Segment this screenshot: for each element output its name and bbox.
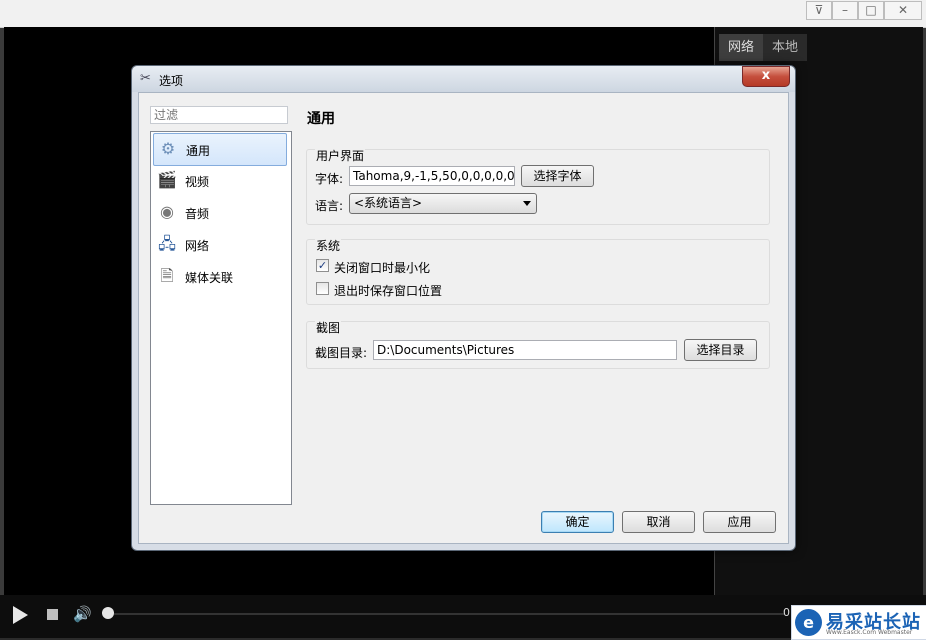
category-item-general[interactable]: ⚙ 通用 [153, 133, 287, 166]
category-label: 网络 [185, 239, 210, 253]
maximize-icon[interactable]: □ [858, 1, 884, 20]
font-field[interactable]: Tahoma,9,-1,5,50,0,0,0,0,0 [349, 166, 515, 186]
seek-bar[interactable] [105, 613, 785, 615]
minimize-on-close-label: 关闭窗口时最小化 [334, 261, 431, 275]
watermark: e 易采站长站 Www.Easck.Com Webmaster [791, 605, 926, 640]
tab-local[interactable]: 本地 [763, 34, 808, 61]
minimize-on-close-checkbox[interactable]: ✓ [316, 259, 329, 272]
playlist-tabs: 网络 本地 [719, 34, 808, 61]
screenshot-dir-field[interactable]: D:\Documents\Pictures [373, 340, 677, 360]
page-title: 通用 [307, 111, 335, 127]
dialog-close-button[interactable]: x [742, 66, 790, 87]
clapperboard-icon: 🎬 [157, 170, 177, 189]
group-title: 系统 [315, 237, 342, 254]
seek-handle[interactable] [102, 607, 114, 619]
dialog-title: 选项 [159, 74, 184, 88]
choose-font-button[interactable]: 选择字体 [521, 165, 594, 187]
group-title: 截图 [315, 319, 342, 336]
category-label: 通用 [186, 144, 211, 158]
tools-icon: ✂ [140, 71, 151, 86]
category-label: 媒体关联 [185, 271, 234, 285]
volume-icon[interactable]: 🔊 [73, 606, 92, 622]
choose-dir-button[interactable]: 选择目录 [684, 339, 757, 361]
speaker-icon: ◉ [160, 202, 174, 221]
font-label: 字体: [315, 172, 344, 186]
minimize-icon[interactable]: – [832, 1, 858, 20]
group-title: 用户界面 [315, 147, 366, 164]
network-icon: 🖧 [158, 234, 176, 253]
time-display: 0 [783, 606, 790, 619]
language-select[interactable]: <系统语言> [349, 193, 537, 214]
filter-input[interactable] [150, 106, 288, 124]
close-icon[interactable]: ✕ [884, 1, 922, 20]
menu-dropdown-icon[interactable]: ⊽ [806, 1, 832, 20]
category-item-video[interactable]: 🎬 视频 [153, 165, 287, 196]
ui-group: 用户界面 字体: Tahoma,9,-1,5,50,0,0,0,0,0 选择字体… [306, 147, 770, 225]
watermark-subtext: Www.Easck.Com Webmaster [826, 629, 913, 636]
play-icon[interactable] [13, 606, 28, 624]
tab-network[interactable]: 网络 [719, 34, 764, 61]
file-association-icon: 🗎 [160, 266, 174, 285]
gear-icon: ⚙ [160, 139, 176, 158]
category-item-network[interactable]: 🖧 网络 [153, 229, 287, 260]
screenshot-group: 截图 截图目录: D:\Documents\Pictures 选择目录 [306, 319, 770, 369]
options-dialog: ✂ 选项 x ⚙ 通用 🎬 视频 ◉ 音频 🖧 网络 🗎 [131, 65, 796, 551]
category-label: 音频 [185, 207, 210, 221]
language-select-value: <系统语言> [354, 196, 423, 210]
chevron-down-icon [523, 201, 531, 206]
dialog-titlebar: ✂ 选项 x [132, 66, 795, 92]
screenshot-dir-label: 截图目录: [315, 346, 368, 360]
category-list: ⚙ 通用 🎬 视频 ◉ 音频 🖧 网络 🗎 媒体关联 [150, 131, 292, 505]
save-position-checkbox[interactable] [316, 282, 329, 295]
watermark-logo: e [795, 609, 822, 636]
stop-icon[interactable] [47, 609, 58, 620]
system-group: 系统 ✓ 关闭窗口时最小化 退出时保存窗口位置 [306, 237, 770, 305]
apply-button[interactable]: 应用 [703, 511, 776, 533]
player-titlebar: ⊽ – □ ✕ [0, 0, 926, 28]
category-item-media-association[interactable]: 🗎 媒体关联 [153, 261, 287, 292]
dialog-body: ⚙ 通用 🎬 视频 ◉ 音频 🖧 网络 🗎 媒体关联 通用 用户界面 [138, 92, 789, 544]
language-label: 语言: [315, 199, 344, 213]
category-label: 视频 [185, 175, 210, 189]
save-position-label: 退出时保存窗口位置 [334, 284, 443, 298]
ok-button[interactable]: 确定 [541, 511, 614, 533]
cancel-button[interactable]: 取消 [622, 511, 695, 533]
category-item-audio[interactable]: ◉ 音频 [153, 197, 287, 228]
